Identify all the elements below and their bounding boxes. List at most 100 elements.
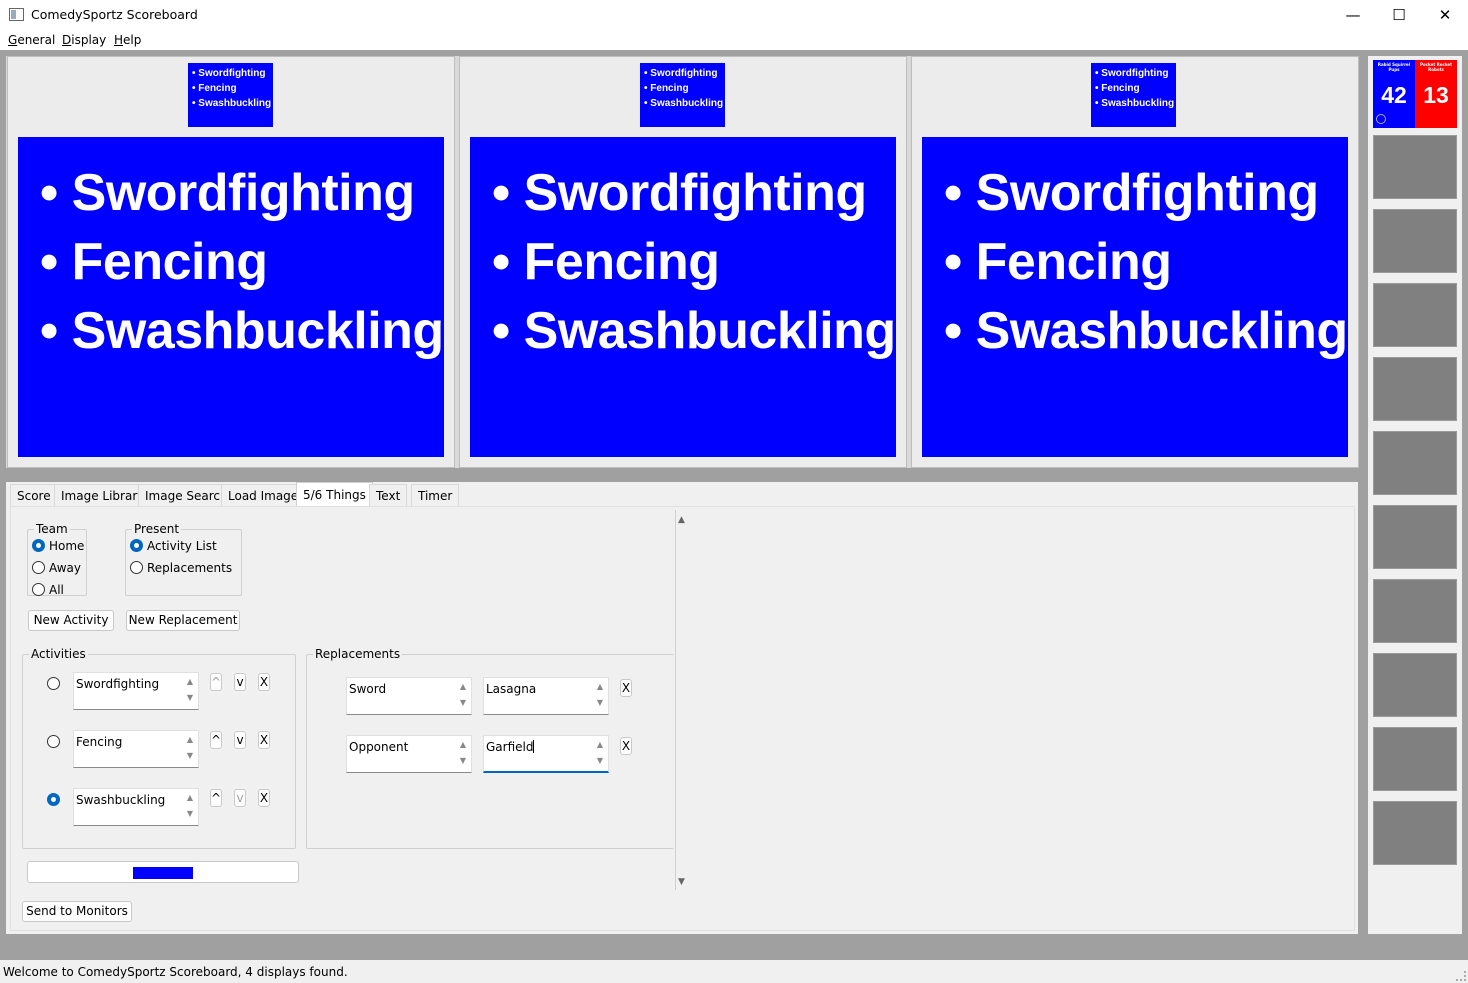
radio-indicator — [130, 539, 143, 552]
spin-up-icon[interactable]: ▲ — [595, 682, 605, 691]
tab-content-5-6-things: Team Home Away All Present Activity List… — [10, 506, 1355, 931]
home-score: 42 — [1381, 82, 1407, 108]
radio-indicator — [47, 793, 60, 806]
activity-select-radio[interactable] — [47, 735, 64, 749]
display-preview-3[interactable]: • Swordfighting • Fencing • Swashbucklin… — [911, 56, 1359, 468]
team-group: Team Home Away All — [27, 522, 87, 597]
spin-up-icon[interactable]: ▲ — [185, 677, 195, 686]
spin-down-icon[interactable]: ▼ — [458, 756, 468, 765]
empty-slide-slot[interactable] — [1373, 357, 1457, 421]
tab-score[interactable]: Score — [10, 484, 58, 506]
activities-group: Activities Swordfighting ▲ ▼ ^ v X Fenci… — [22, 647, 296, 849]
empty-slide-slot[interactable] — [1373, 579, 1457, 643]
team-away-radio[interactable]: Away — [32, 561, 81, 575]
spin-up-icon[interactable]: ▲ — [458, 682, 468, 691]
radio-indicator — [47, 735, 60, 748]
tab-text[interactable]: Text — [369, 484, 408, 506]
remove-activity-button[interactable]: X — [258, 731, 270, 749]
team-home-radio[interactable]: Home — [32, 539, 84, 553]
remove-replacement-button[interactable]: X — [620, 737, 632, 755]
spin-down-icon[interactable]: ▼ — [458, 698, 468, 707]
empty-slide-slot[interactable] — [1373, 209, 1457, 273]
empty-slide-slot[interactable] — [1373, 283, 1457, 347]
tab-load-image[interactable]: Load Image — [221, 484, 306, 506]
scroll-up-icon[interactable]: ▲ — [678, 515, 685, 525]
move-up-button[interactable]: ^ — [210, 731, 222, 749]
move-down-button[interactable]: v — [234, 789, 246, 807]
spin-down-icon[interactable]: ▼ — [595, 756, 605, 765]
tab-image-library[interactable]: Image Library — [54, 484, 152, 506]
spin-down-icon[interactable]: ▼ — [185, 809, 195, 818]
move-up-button[interactable]: ^ — [210, 673, 222, 691]
spin-up-icon[interactable]: ▲ — [185, 735, 195, 744]
send-to-monitors-button[interactable]: Send to Monitors — [22, 901, 132, 922]
app-icon — [9, 8, 24, 21]
present-replacements-radio[interactable]: Replacements — [130, 561, 232, 575]
thumbnail-preview: • Swordfighting • Fencing • Swashbucklin… — [1091, 63, 1176, 127]
remove-activity-button[interactable]: X — [258, 673, 270, 691]
present-activity-list-radio[interactable]: Activity List — [130, 539, 217, 553]
move-up-button[interactable]: ^ — [210, 789, 222, 807]
tab-5-6-things[interactable]: 5/6 Things — [296, 482, 373, 506]
spin-down-icon[interactable]: ▼ — [595, 698, 605, 707]
close-button[interactable]: ✕ — [1422, 0, 1468, 30]
away-score-tile: Pocket Rocket Robots 13 — [1415, 60, 1457, 128]
move-down-button[interactable]: v — [234, 731, 246, 749]
replacement-from-input[interactable]: Opponent ▲ ▼ — [346, 735, 472, 773]
empty-slide-slot[interactable] — [1373, 431, 1457, 495]
activity-input[interactable]: Swordfighting ▲ ▼ — [73, 672, 199, 710]
thumbnail-preview: • Swordfighting • Fencing • Swashbucklin… — [188, 63, 273, 127]
spin-up-icon[interactable]: ▲ — [185, 793, 195, 802]
menu-help[interactable]: Help — [114, 33, 141, 47]
thumbnail-preview: • Swordfighting • Fencing • Swashbucklin… — [640, 63, 725, 127]
spin-up-icon[interactable]: ▲ — [595, 740, 605, 749]
status-bar: Welcome to ComedySportz Scoreboard, 4 di… — [0, 960, 1468, 983]
home-score-tile: Rabid Squirrel Pups 42 — [1373, 60, 1415, 128]
scroll-down-icon[interactable]: ▼ — [678, 877, 685, 887]
replacement-from-input[interactable]: Sword ▲ ▼ — [346, 677, 472, 715]
score-thumbnail[interactable]: Rabid Squirrel Pups 42 Pocket Rocket Rob… — [1373, 60, 1457, 128]
text-cursor — [533, 740, 535, 753]
activity-input[interactable]: Fencing ▲ ▼ — [73, 730, 199, 768]
new-activity-button[interactable]: New Activity — [28, 610, 114, 631]
radio-indicator — [32, 539, 45, 552]
display-previews: • Swordfighting • Fencing • Swashbucklin… — [6, 56, 1359, 468]
menu-display[interactable]: Display — [62, 33, 106, 47]
radio-indicator — [130, 561, 143, 574]
empty-slide-slot[interactable] — [1373, 505, 1457, 569]
display-preview-1[interactable]: • Swordfighting • Fencing • Swashbucklin… — [7, 56, 455, 468]
spin-down-icon[interactable]: ▼ — [185, 693, 195, 702]
display-preview-2[interactable]: • Swordfighting • Fencing • Swashbucklin… — [459, 56, 907, 468]
remove-replacement-button[interactable]: X — [620, 679, 632, 697]
empty-slide-slot[interactable] — [1373, 801, 1457, 865]
activity-select-radio[interactable] — [47, 677, 64, 691]
menu-general[interactable]: General — [8, 33, 55, 47]
minimize-button[interactable]: — — [1330, 0, 1376, 30]
scroll-divider — [675, 510, 676, 890]
move-down-button[interactable]: v — [234, 673, 246, 691]
empty-slide-slot[interactable] — [1373, 727, 1457, 791]
present-group: Present Activity List Replacements — [125, 522, 242, 596]
replacements-group: Replacements Sword ▲ ▼ Lasagna ▲ ▼ X Opp… — [306, 647, 674, 849]
slide-content: • Swordfighting • Fencing • Swashbucklin… — [18, 137, 444, 457]
radio-indicator — [32, 561, 45, 574]
spin-up-icon[interactable]: ▲ — [458, 740, 468, 749]
control-panel: Score Image Library Image Search Load Im… — [6, 482, 1358, 934]
spin-down-icon[interactable]: ▼ — [185, 751, 195, 760]
remove-activity-button[interactable]: X — [258, 789, 270, 807]
output-preview-swatch — [133, 867, 193, 879]
resize-grip-icon[interactable] — [1456, 971, 1466, 981]
tab-timer[interactable]: Timer — [411, 484, 460, 506]
team-all-radio[interactable]: All — [32, 583, 64, 597]
new-replacement-button[interactable]: New Replacement — [126, 610, 240, 631]
activity-select-radio[interactable] — [47, 793, 64, 807]
maximize-button[interactable]: ☐ — [1376, 0, 1422, 30]
activity-input[interactable]: Swashbuckling ▲ ▼ — [73, 788, 199, 826]
replacement-to-input[interactable]: Garfield ▲ ▼ — [483, 735, 609, 773]
radio-indicator — [47, 677, 60, 690]
slide-content: • Swordfighting • Fencing • Swashbucklin… — [922, 137, 1348, 457]
empty-slide-slot[interactable] — [1373, 135, 1457, 199]
empty-slide-slot[interactable] — [1373, 653, 1457, 717]
replacement-to-input[interactable]: Lasagna ▲ ▼ — [483, 677, 609, 715]
team-logo-icon — [1376, 114, 1386, 124]
